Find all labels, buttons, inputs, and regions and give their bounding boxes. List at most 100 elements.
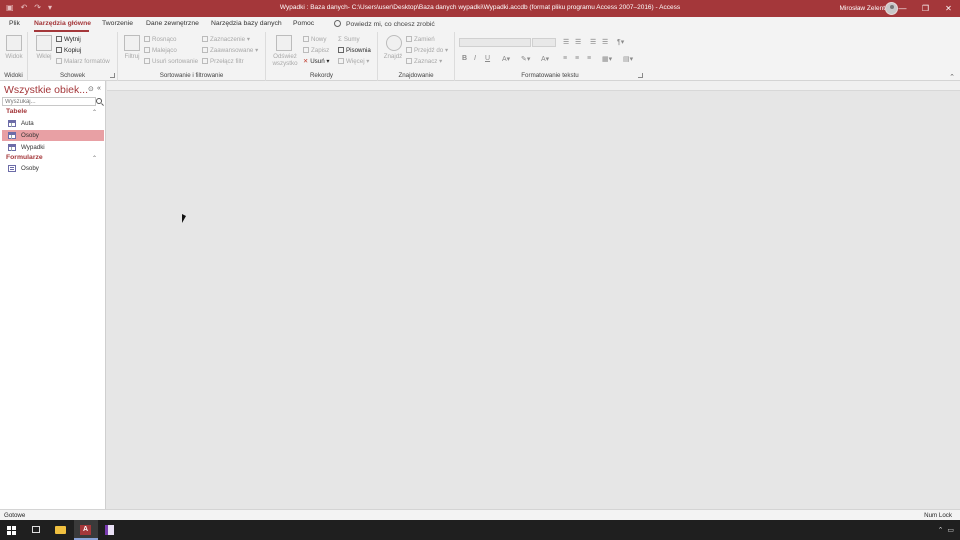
- table-icon: [8, 120, 16, 127]
- nav-menu-icon[interactable]: ⊙: [88, 85, 94, 93]
- alternate-row-color-icon[interactable]: ▤▾: [623, 55, 633, 63]
- view-icon[interactable]: [6, 35, 22, 51]
- chevron-up-icon[interactable]: ⌃: [938, 527, 944, 534]
- remove-sort-button[interactable]: Usuń sortowanie: [144, 58, 198, 65]
- copy-button[interactable]: Kopiuj: [56, 47, 81, 54]
- fill-color-icon[interactable]: A▾: [541, 55, 549, 63]
- paragraph-direction-icon[interactable]: ¶▾: [617, 38, 624, 46]
- filter-icon[interactable]: [124, 35, 140, 51]
- more-icon: [338, 58, 344, 64]
- italic-button[interactable]: I: [474, 55, 476, 62]
- scissors-icon: [56, 36, 62, 42]
- nav-group-forms[interactable]: Formularze: [6, 154, 43, 161]
- delete-record-button[interactable]: ✕ Usuń ▾: [303, 58, 329, 65]
- gridlines-icon[interactable]: ▦▾: [602, 55, 612, 63]
- task-view-button[interactable]: [24, 520, 48, 540]
- nav-search-input[interactable]: [2, 97, 96, 106]
- window-title: Wypadki : Baza danych- C:\Users\user\Des…: [279, 4, 681, 11]
- sort-asc-icon: [144, 36, 150, 42]
- nav-item-table-wypadki[interactable]: Wypadki: [2, 142, 104, 153]
- increase-indent-icon[interactable]: ☰: [602, 38, 608, 46]
- nav-pane-title[interactable]: Wszystkie obiek...: [4, 84, 88, 96]
- start-button[interactable]: [0, 520, 24, 540]
- select-icon: [406, 58, 412, 64]
- refresh-icon[interactable]: [276, 35, 292, 51]
- align-center-icon[interactable]: ≡: [575, 55, 579, 62]
- select-button[interactable]: Zaznacz ▾: [406, 58, 442, 65]
- goto-button[interactable]: Przejdź do ▾: [406, 47, 448, 54]
- clipboard-launcher-icon[interactable]: [110, 73, 115, 78]
- sort-ascending-button[interactable]: Rosnąco: [144, 36, 176, 43]
- ribbon-tabs: Plik Narzędzia główne Tworzenie Dane zew…: [0, 17, 960, 32]
- onenote-icon: [105, 525, 114, 535]
- selection-button[interactable]: Zaznaczenie ▾: [202, 36, 250, 43]
- shutter-bar-close-icon[interactable]: «: [97, 85, 101, 92]
- text-formatting-launcher-icon[interactable]: [638, 73, 643, 78]
- new-record-icon: [303, 36, 309, 42]
- filter-button[interactable]: Filtruj: [118, 53, 146, 60]
- onenote-taskbar-button[interactable]: [98, 520, 122, 540]
- font-color-icon[interactable]: A▾: [502, 55, 510, 63]
- file-explorer-button[interactable]: [49, 520, 73, 540]
- tab-home[interactable]: Narzędzia główne: [34, 20, 91, 27]
- tab-create[interactable]: Tworzenie: [102, 20, 133, 27]
- format-painter-button[interactable]: Malarz formatów: [56, 58, 110, 65]
- new-record-button[interactable]: Nowy: [303, 36, 326, 43]
- tab-external-data[interactable]: Dane zewnętrzne: [146, 20, 199, 27]
- font-size-combo[interactable]: [532, 38, 556, 47]
- document-tab-strip: [107, 81, 960, 91]
- tab-file[interactable]: Plik: [9, 20, 20, 27]
- nav-item-table-auta[interactable]: Auta: [2, 118, 104, 129]
- close-icon[interactable]: ✕: [937, 0, 960, 17]
- tell-me-box[interactable]: Powiedz mi, co chcesz zrobić: [334, 20, 435, 28]
- underline-button[interactable]: U: [485, 55, 490, 62]
- decrease-indent-icon[interactable]: ☰: [590, 38, 596, 46]
- collapse-ribbon-icon[interactable]: ⌃: [949, 73, 955, 81]
- more-records-button[interactable]: Więcej ▾: [338, 58, 369, 65]
- form-icon: [8, 165, 16, 172]
- collapse-tables-icon[interactable]: ⌃: [92, 109, 97, 116]
- font-name-combo[interactable]: [459, 38, 531, 47]
- align-right-icon[interactable]: ≡: [587, 55, 591, 62]
- group-sort-filter: Filtruj Rosnąco Malejąco Usuń sortowanie…: [118, 32, 266, 81]
- network-icon[interactable]: ▭: [947, 527, 954, 534]
- align-left-icon[interactable]: ≡: [563, 55, 567, 62]
- sort-descending-button[interactable]: Malejąco: [144, 47, 177, 54]
- totals-button[interactable]: Σ Sumy: [338, 36, 360, 43]
- user-name[interactable]: Mirosław Zelent: [839, 5, 885, 12]
- replace-button[interactable]: Zamień: [406, 36, 435, 43]
- restore-icon[interactable]: ❐: [914, 0, 937, 17]
- cut-button[interactable]: Wytnij: [56, 36, 81, 43]
- bold-button[interactable]: B: [462, 55, 467, 62]
- nav-item-table-osoby[interactable]: Osoby: [2, 130, 104, 141]
- find-icon[interactable]: [386, 35, 402, 51]
- task-view-icon: [32, 526, 40, 533]
- toggle-filter-icon: [202, 58, 208, 64]
- status-text: Gotowe: [4, 512, 26, 519]
- spelling-button[interactable]: Pisownia: [338, 47, 371, 54]
- highlight-icon[interactable]: ✎▾: [521, 55, 530, 63]
- refresh-all-button[interactable]: Odśwież wszystko: [268, 53, 302, 67]
- save-record-button[interactable]: Zapisz: [303, 47, 329, 54]
- bullets-icon[interactable]: ☰: [563, 38, 569, 46]
- tab-help[interactable]: Pomoc: [293, 20, 314, 27]
- nav-item-form-osoby[interactable]: Osoby: [2, 163, 104, 174]
- access-taskbar-button[interactable]: A: [74, 520, 98, 540]
- system-tray[interactable]: ⌃ ▭: [938, 526, 954, 534]
- navigation-pane: Wszystkie obiek... ⊙ « Tabele ⌃ Auta Oso…: [0, 81, 106, 509]
- minimize-icon[interactable]: —: [891, 0, 914, 17]
- paste-icon[interactable]: [36, 35, 52, 51]
- view-button[interactable]: Widok: [0, 53, 28, 60]
- group-views: Widok Widoki: [0, 32, 28, 81]
- selection-icon: [202, 36, 208, 42]
- nav-group-tables[interactable]: Tabele: [6, 108, 27, 115]
- collapse-forms-icon[interactable]: ⌃: [92, 155, 97, 162]
- numbering-icon[interactable]: ☰: [575, 38, 581, 46]
- search-icon[interactable]: [96, 98, 102, 104]
- windows-logo-icon: [7, 526, 16, 535]
- advanced-button[interactable]: Zaawansowane ▾: [202, 47, 258, 54]
- paste-button[interactable]: Wklej: [30, 53, 58, 60]
- find-button[interactable]: Znajdź: [378, 53, 408, 60]
- tab-database-tools[interactable]: Narzędzia bazy danych: [211, 20, 282, 27]
- toggle-filter-button[interactable]: Przełącz filtr: [202, 58, 244, 65]
